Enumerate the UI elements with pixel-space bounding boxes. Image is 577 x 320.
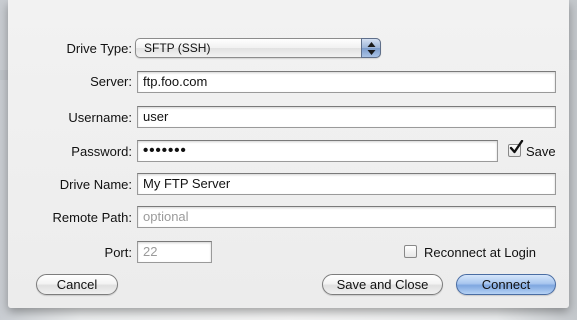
remote-path-field[interactable]: optional	[137, 206, 556, 228]
remote-path-label: Remote Path:	[52, 210, 133, 225]
up-down-arrows-icon	[361, 38, 381, 58]
port-field[interactable]: 22	[137, 241, 212, 263]
drive-type-popup[interactable]: SFTP (SSH)	[135, 38, 381, 58]
cancel-button[interactable]: Cancel	[36, 274, 118, 295]
password-label: Password:	[71, 144, 132, 159]
server-field[interactable]: ftp.foo.com	[137, 71, 556, 93]
reconnect-checkbox-label: Reconnect at Login	[424, 245, 537, 260]
drive-name-field[interactable]: My FTP Server	[137, 173, 556, 195]
reconnect-checkbox[interactable]	[404, 245, 417, 258]
password-field[interactable]: •••••••	[137, 140, 498, 162]
server-label: Server:	[90, 74, 132, 89]
save-checkbox-label: Save	[526, 144, 556, 159]
checkmark-icon	[509, 140, 524, 154]
username-field[interactable]: user	[137, 106, 556, 128]
connect-button[interactable]: Connect	[456, 274, 556, 295]
save-checkbox[interactable]	[508, 140, 524, 157]
username-label: Username:	[68, 110, 132, 125]
drive-type-value: SFTP (SSH)	[144, 41, 211, 55]
connect-sheet: Drive Type: SFTP (SSH) Server: ftp.foo.c…	[8, 0, 569, 308]
save-and-close-button[interactable]: Save and Close	[322, 274, 443, 295]
port-label: Port:	[104, 245, 132, 260]
drive-name-label: Drive Name:	[59, 177, 132, 192]
drive-type-label: Drive Type:	[66, 41, 132, 56]
